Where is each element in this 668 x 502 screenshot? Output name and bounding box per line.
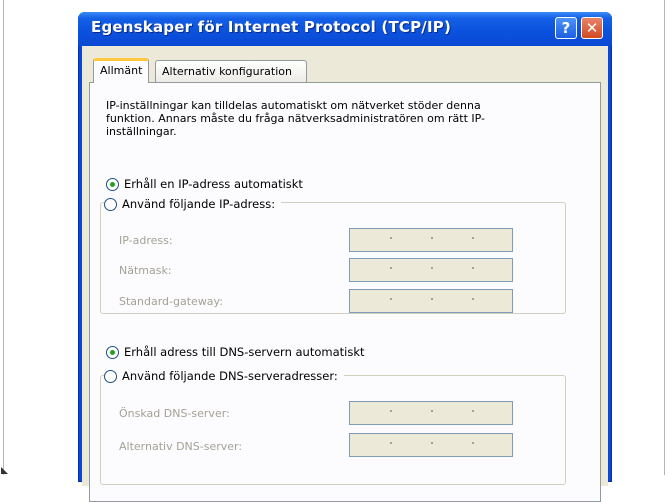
radio-unselected-icon[interactable]	[104, 197, 117, 211]
dns-auto-radio-row[interactable]: Erhåll adress till DNS-servern automatis…	[106, 345, 365, 359]
close-button[interactable]: ✕	[581, 17, 603, 39]
window-title: Egenskaper för Internet Protocol (TCP/IP…	[91, 18, 452, 36]
frame-border-right	[664, 0, 665, 475]
help-icon: ?	[561, 19, 571, 37]
radio-unselected-icon[interactable]	[104, 369, 117, 383]
alternate-dns-field[interactable]	[349, 433, 513, 457]
tab-general[interactable]: Allmänt	[93, 58, 150, 83]
radio-selected-icon[interactable]	[106, 177, 119, 191]
ip-auto-label: Erhåll en IP-adress automatiskt	[124, 177, 303, 191]
ip-address-label: IP-adress:	[119, 234, 173, 247]
help-button[interactable]: ?	[555, 17, 577, 39]
intro-text: IP-inställningar kan tilldelas automatis…	[106, 99, 486, 138]
ip-auto-radio-row[interactable]: Erhåll en IP-adress automatiskt	[106, 177, 303, 191]
frame-border-left	[3, 0, 4, 475]
default-gateway-label: Standard-gateway:	[119, 295, 223, 308]
ip-address-field[interactable]	[349, 228, 513, 252]
tab-panel-general: IP-inställningar kan tilldelas automatis…	[89, 82, 601, 502]
tab-general-label: Allmänt	[100, 64, 143, 77]
dialog-client-area: Allmänt Alternativ konfiguration IP-inst…	[82, 46, 608, 502]
tab-alternative-configuration[interactable]: Alternativ konfiguration	[155, 60, 307, 82]
preferred-dns-label: Önskad DNS-server:	[119, 407, 230, 420]
subnet-mask-label: Nätmask:	[119, 264, 172, 277]
default-gateway-field[interactable]	[349, 289, 513, 313]
preferred-dns-field[interactable]	[349, 401, 513, 425]
dns-manual-label: Använd följande DNS-serveradresser:	[122, 369, 338, 383]
close-icon: ✕	[585, 19, 599, 37]
tcpip-properties-dialog: Egenskaper för Internet Protocol (TCP/IP…	[78, 12, 612, 502]
subnet-mask-field[interactable]	[349, 258, 513, 282]
dns-manual-radio-row[interactable]: Använd följande DNS-serveradresser:	[104, 369, 344, 383]
ip-manual-label: Använd följande IP-adress:	[122, 197, 276, 211]
radio-selected-icon[interactable]	[106, 345, 119, 359]
dns-manual-groupbox	[100, 375, 566, 485]
dns-auto-label: Erhåll adress till DNS-servern automatis…	[124, 345, 365, 359]
title-bar[interactable]: Egenskaper för Internet Protocol (TCP/IP…	[78, 12, 612, 46]
alternate-dns-label: Alternativ DNS-server:	[119, 440, 243, 453]
ip-manual-radio-row[interactable]: Använd följande IP-adress:	[104, 197, 282, 211]
corner-mark-icon	[1, 467, 8, 474]
tab-alternative-label: Alternativ konfiguration	[162, 65, 292, 78]
